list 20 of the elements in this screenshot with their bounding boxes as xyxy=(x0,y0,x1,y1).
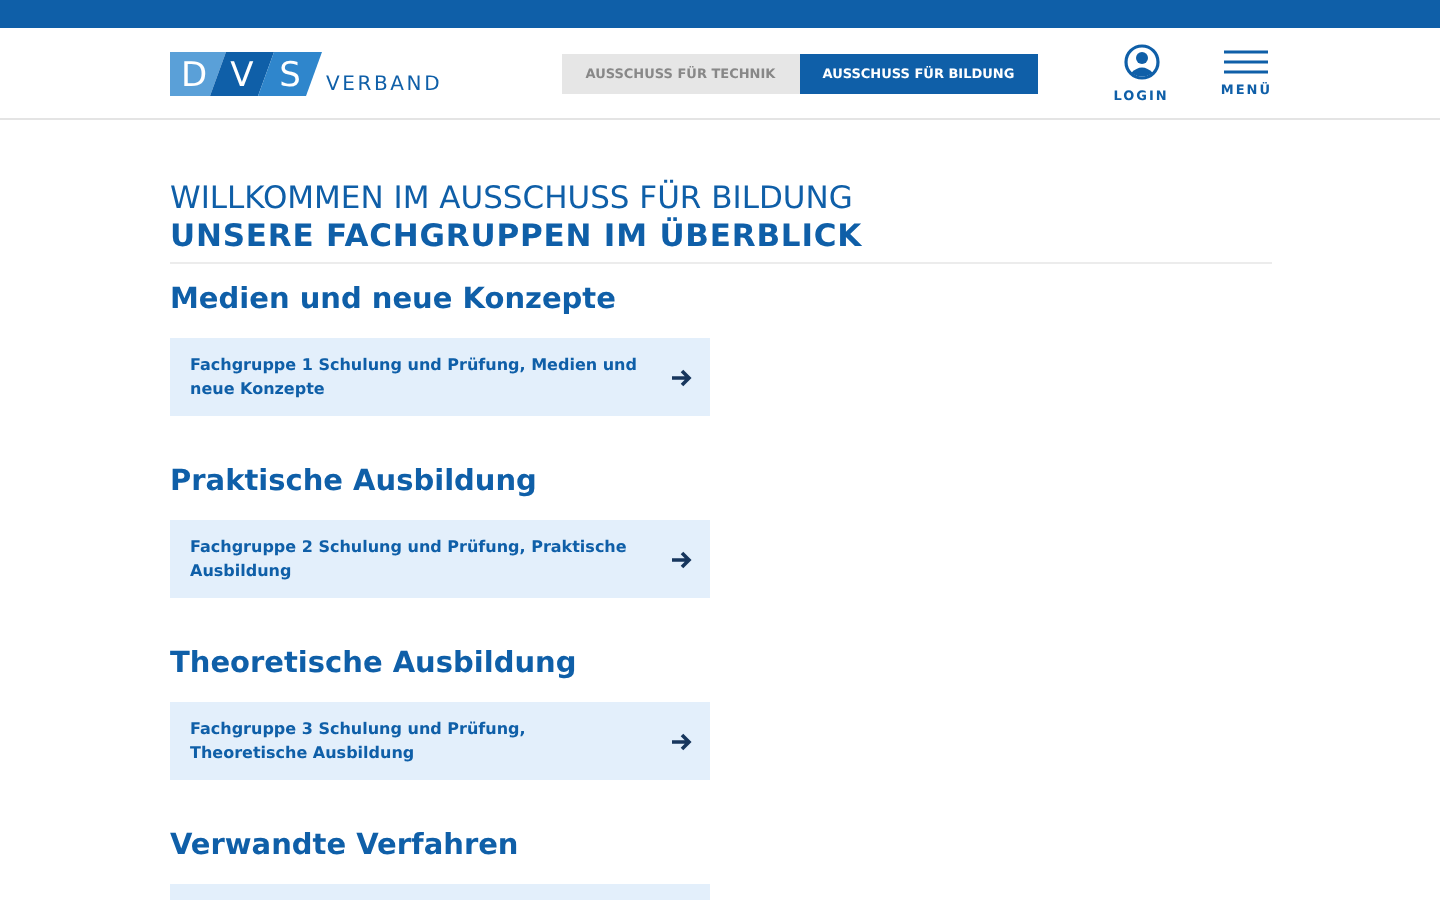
section-heading: Praktische Ausbildung xyxy=(170,464,539,500)
group-link[interactable]: Fachgruppe 3 Schulung und Prüfung, Theoretische Ausbildung xyxy=(170,702,710,780)
logo-text: VERBAND xyxy=(326,75,443,95)
arrow-icon xyxy=(672,367,692,387)
group-link[interactable]: Fachgruppe 2 Schulung und Prüfung, Praktische Ausbildung xyxy=(170,520,710,598)
link-text: Fachgruppe 3 Schulung und Prüfung, Theoretische Ausbildung xyxy=(190,717,528,765)
link-text: Fachgruppe 1 Schulung und Prüfung, Medien und neue Konzepte xyxy=(190,353,639,401)
logo-mark: D V S xyxy=(170,51,322,95)
page-title: WILLKOMMEN IM AUSSCHUSS FÜR BILDUNG xyxy=(170,180,855,216)
arrow-icon xyxy=(672,731,692,751)
logo[interactable]: D V S VERBAND xyxy=(170,51,443,95)
arrow-icon xyxy=(672,549,692,569)
user-icon xyxy=(1123,43,1160,79)
page-subtitle: UNSERE FACHGRUPPEN IM ÜBERBLICK xyxy=(170,216,865,256)
group-link[interactable]: Fachgruppe 1 Schulung und Prüfung, Medien und neue Konzepte xyxy=(170,338,710,416)
section-heading: Medien und neue Konzepte xyxy=(170,282,618,318)
link-text: Fachgruppe 2 Schulung und Prüfung, Praktische Ausbildung xyxy=(190,535,629,583)
section-heading: Theoretische Ausbildung xyxy=(170,646,579,682)
menu-icon xyxy=(1224,49,1269,73)
section-heading: Verwandte Verfahren xyxy=(170,828,521,864)
